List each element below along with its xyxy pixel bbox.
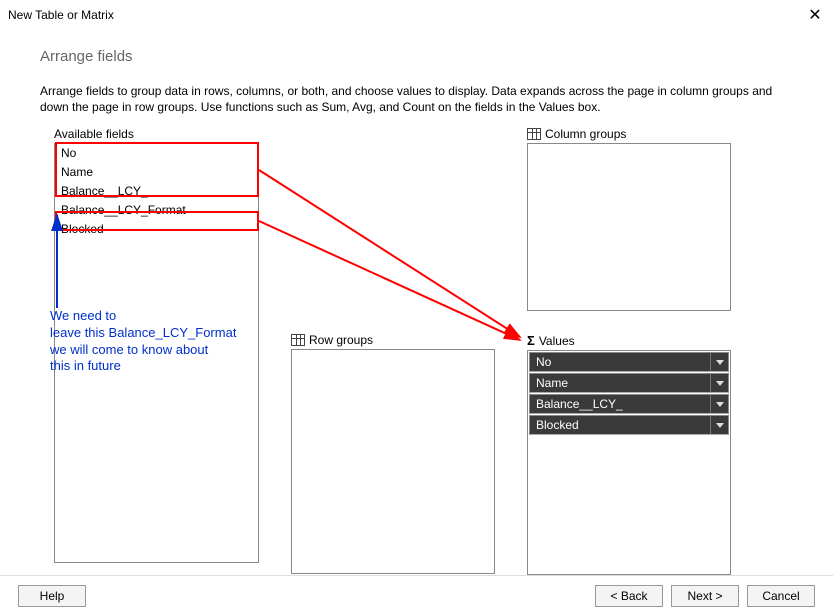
chevron-down-icon[interactable]	[710, 353, 728, 371]
chevron-down-icon[interactable]	[710, 395, 728, 413]
work-area: Available fields No Name Balance__LCY_ B…	[0, 115, 833, 585]
title-bar: New Table or Matrix ✕	[0, 0, 833, 30]
back-button[interactable]: < Back	[595, 585, 663, 607]
value-text: Name	[530, 376, 710, 390]
annotation-text: We need to leave this Balance_LCY_Format…	[50, 308, 245, 375]
values-panel: Σ Values No Name Balance__LCY_ Blocked	[527, 333, 731, 575]
value-item[interactable]: Name	[529, 373, 729, 393]
next-button[interactable]: Next >	[671, 585, 739, 607]
value-item[interactable]: Balance__LCY_	[529, 394, 729, 414]
row-groups-panel: Row groups	[291, 333, 495, 574]
cancel-button[interactable]: Cancel	[747, 585, 815, 607]
help-button[interactable]: Help	[18, 585, 86, 607]
column-groups-panel: Column groups	[527, 127, 731, 311]
page-subtitle: Arrange fields	[0, 30, 833, 65]
value-text: No	[530, 355, 710, 369]
values-list[interactable]: No Name Balance__LCY_ Blocked	[527, 350, 731, 575]
list-item[interactable]: Blocked	[55, 220, 258, 239]
page-description: Arrange fields to group data in rows, co…	[0, 65, 833, 115]
list-item[interactable]: No	[55, 144, 258, 163]
column-groups-label: Column groups	[527, 127, 731, 141]
window-title: New Table or Matrix	[8, 8, 114, 22]
values-label-text: Values	[539, 334, 575, 348]
row-groups-label: Row groups	[291, 333, 495, 347]
list-item[interactable]: Name	[55, 163, 258, 182]
grid-icon	[291, 334, 305, 346]
list-item[interactable]: Balance__LCY_	[55, 182, 258, 201]
value-item[interactable]: Blocked	[529, 415, 729, 435]
list-item[interactable]: Balance__LCY_Format	[55, 201, 258, 220]
sigma-icon: Σ	[527, 333, 535, 348]
value-item[interactable]: No	[529, 352, 729, 372]
column-groups-list[interactable]	[527, 143, 731, 311]
row-groups-label-text: Row groups	[309, 333, 373, 347]
column-groups-label-text: Column groups	[545, 127, 626, 141]
chevron-down-icon[interactable]	[710, 374, 728, 392]
available-fields-label: Available fields	[54, 127, 259, 141]
values-label: Σ Values	[527, 333, 731, 348]
row-groups-list[interactable]	[291, 349, 495, 574]
value-text: Blocked	[530, 418, 710, 432]
grid-icon	[527, 128, 541, 140]
chevron-down-icon[interactable]	[710, 416, 728, 434]
close-icon[interactable]: ✕	[805, 5, 825, 25]
footer-bar: Help < Back Next > Cancel	[0, 575, 833, 615]
value-text: Balance__LCY_	[530, 397, 710, 411]
